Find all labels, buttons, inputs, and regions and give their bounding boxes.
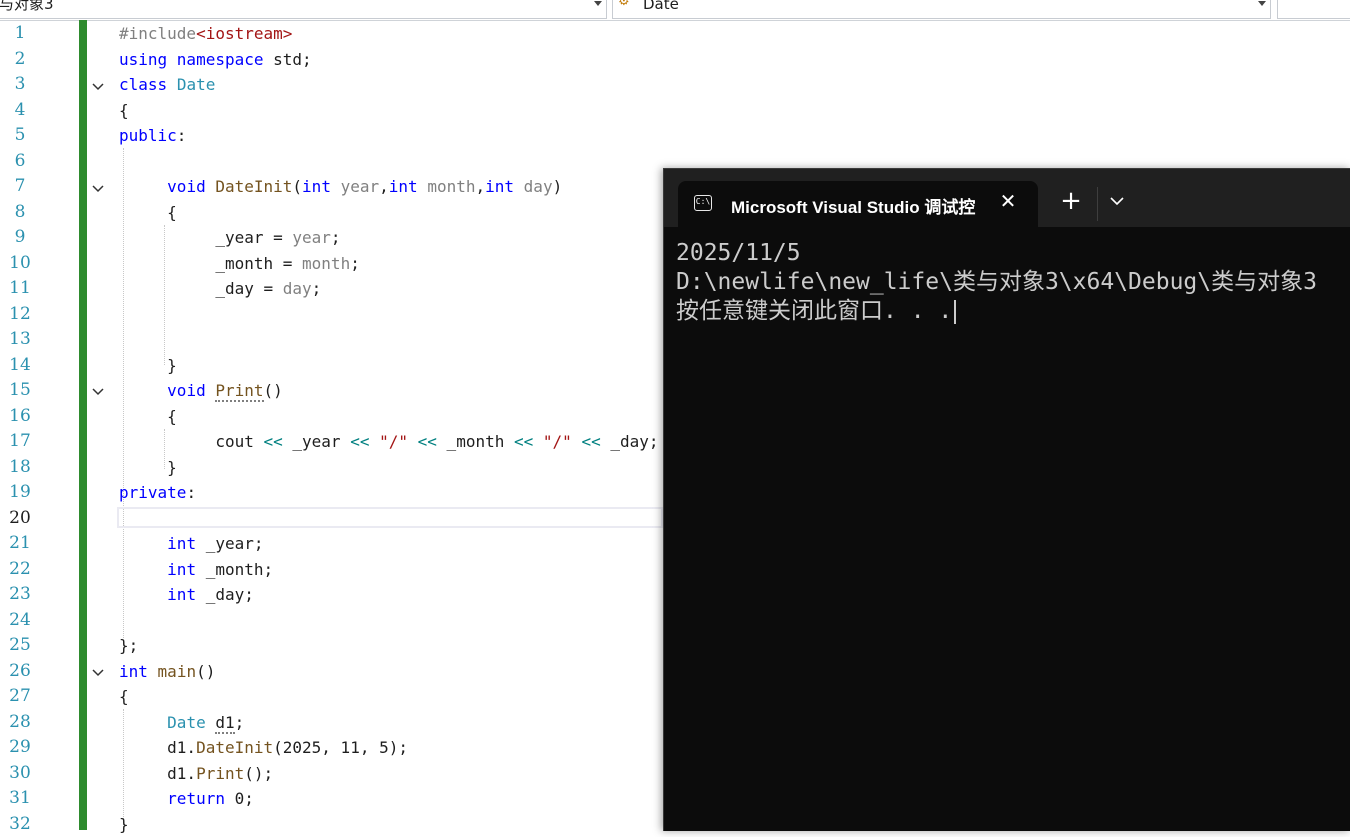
code-line[interactable]: d1.DateInit(2025, 11, 5); [119, 735, 408, 761]
project-dropdown[interactable]: 与对象3 [0, 0, 607, 19]
line-number: 14 [0, 353, 40, 379]
terminal-tab[interactable]: C:\ Microsoft Visual Studio 调试控 ✕ [678, 181, 1038, 227]
code-line[interactable]: } [119, 353, 177, 379]
line-number: 5 [0, 123, 40, 149]
line-number: 25 [0, 633, 40, 659]
class-icon: ⚙ [618, 0, 630, 8]
terminal-output[interactable]: 2025/11/5D:\newlife\new_life\类与对象3\x64\D… [676, 239, 1317, 326]
code-line[interactable]: public: [119, 123, 186, 149]
line-number: 9 [0, 225, 40, 251]
code-line[interactable]: cout << _year << "/" << _month << "/" <<… [119, 429, 659, 455]
code-line[interactable]: int _month; [119, 557, 273, 583]
code-line[interactable]: } [119, 455, 177, 481]
code-line[interactable]: }; [119, 633, 138, 659]
line-number: 27 [0, 684, 40, 710]
code-line[interactable]: void DateInit(int year,int month,int day… [119, 174, 562, 200]
code-line[interactable]: _year = year; [119, 225, 341, 251]
line-number: 1 [0, 21, 40, 47]
tab-divider [1097, 187, 1098, 221]
line-number: 30 [0, 761, 40, 787]
output-line-prompt: 按任意键关闭此窗口. . . [676, 297, 1317, 326]
code-line[interactable]: return 0; [119, 786, 254, 812]
line-number: 18 [0, 455, 40, 481]
fold-chevron-icon[interactable] [92, 82, 102, 92]
terminal-tab-bar: C:\ Microsoft Visual Studio 调试控 ✕ + [664, 169, 1350, 227]
line-number: 32 [0, 812, 40, 837]
text-cursor [954, 300, 956, 324]
output-line: 2025/11/5 [676, 239, 1317, 268]
line-number: 16 [0, 404, 40, 430]
code-line[interactable]: class Date [119, 72, 215, 98]
line-number: 22 [0, 557, 40, 583]
code-line[interactable]: { [119, 404, 177, 430]
line-number: 13 [0, 327, 40, 353]
project-dropdown-label: 与对象3 [0, 0, 54, 10]
line-number: 6 [0, 149, 40, 175]
class-dropdown-label: Date [643, 0, 679, 10]
code-line[interactable]: private: [119, 480, 196, 506]
tab-title: Microsoft Visual Studio 调试控 [731, 193, 976, 218]
code-line[interactable]: } [119, 812, 129, 837]
fold-chevron-icon[interactable] [92, 387, 102, 397]
member-dropdown[interactable] [1277, 0, 1350, 19]
code-line[interactable]: { [119, 200, 177, 226]
fold-chevron-icon[interactable] [92, 184, 102, 194]
line-number: 23 [0, 582, 40, 608]
line-number: 11 [0, 276, 40, 302]
current-line-highlight [117, 507, 663, 528]
line-number: 26 [0, 659, 40, 685]
code-line[interactable]: void Print() [119, 378, 283, 404]
line-number: 15 [0, 378, 40, 404]
debug-console-window[interactable]: C:\ Microsoft Visual Studio 调试控 ✕ + 2025… [663, 168, 1350, 831]
class-dropdown[interactable]: ⚙ Date [612, 0, 1271, 19]
line-number: 12 [0, 302, 40, 328]
line-number: 2 [0, 47, 40, 73]
line-number-current: 20 [0, 506, 40, 532]
chevron-down-icon[interactable] [1107, 191, 1127, 211]
plus-icon[interactable]: + [1059, 189, 1083, 213]
code-line[interactable]: #include<iostream> [119, 21, 292, 47]
chevron-down-icon [1258, 1, 1266, 6]
fold-chevron-icon[interactable] [92, 668, 102, 678]
line-number: 10 [0, 251, 40, 277]
line-number: 31 [0, 786, 40, 812]
code-line[interactable]: { [119, 98, 129, 124]
code-line[interactable]: using namespace std; [119, 47, 312, 73]
code-line[interactable]: _day = day; [119, 276, 321, 302]
line-number: 17 [0, 429, 40, 455]
code-line[interactable]: d1.Print(); [119, 761, 273, 787]
navigation-bar: 与对象3 ⚙ Date [0, 0, 1350, 21]
line-number: 28 [0, 710, 40, 736]
line-number: 29 [0, 735, 40, 761]
code-line[interactable]: { [119, 684, 129, 710]
line-number: 7 [0, 174, 40, 200]
output-line: D:\newlife\new_life\类与对象3\x64\Debug\类与对象… [676, 268, 1317, 297]
line-number: 19 [0, 480, 40, 506]
code-line[interactable]: Date d1; [119, 710, 244, 736]
code-line[interactable]: int _day; [119, 582, 254, 608]
code-line[interactable]: int main() [119, 659, 215, 685]
line-number: 24 [0, 608, 40, 634]
chevron-down-icon [594, 1, 602, 6]
line-number: 3 [0, 72, 40, 98]
prompt-text: 按任意键关闭此窗口. . . [676, 298, 952, 324]
console-icon: C:\ [694, 195, 712, 211]
line-number: 8 [0, 200, 40, 226]
change-tracking-bar [79, 20, 87, 830]
code-line[interactable]: int _year; [119, 531, 264, 557]
close-icon[interactable]: ✕ [996, 189, 1020, 213]
code-line[interactable]: _month = month; [119, 251, 360, 277]
line-number: 21 [0, 531, 40, 557]
line-number: 4 [0, 98, 40, 124]
